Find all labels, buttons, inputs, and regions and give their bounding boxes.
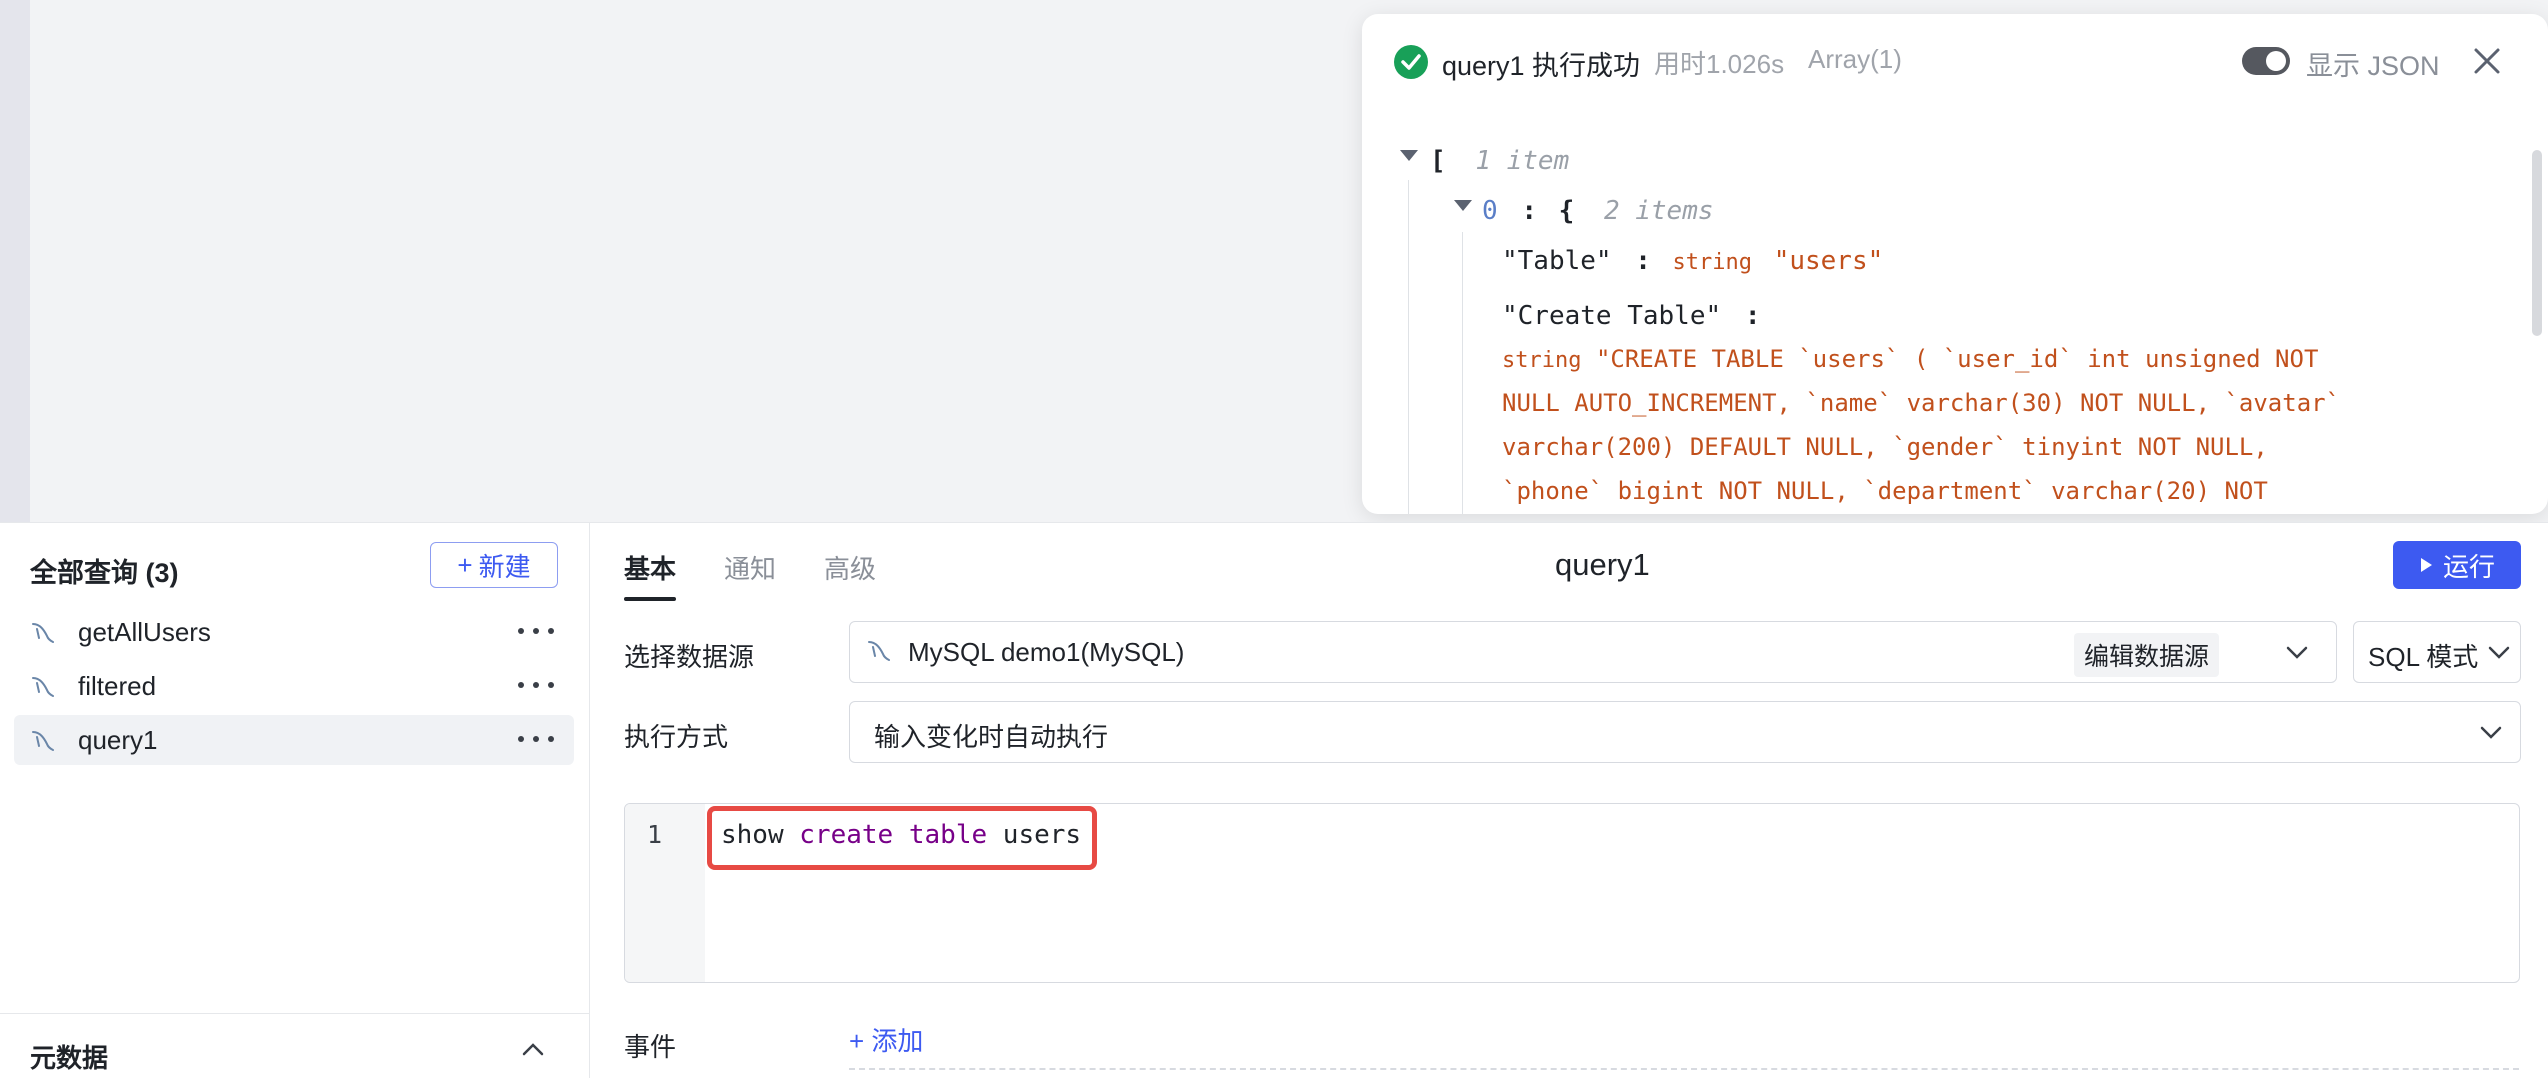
collapse-item-icon[interactable] (1454, 200, 1472, 211)
query-item-filtered[interactable]: filtered (14, 661, 574, 711)
sql-code-editor[interactable]: 1 show create table users (624, 803, 2520, 983)
add-event-link[interactable]: + 添加 (849, 1021, 923, 1058)
json-root-meta: 1 item (1475, 146, 1570, 176)
json-value: "users" (1773, 246, 1884, 276)
run-label: 运行 (2442, 551, 2495, 582)
events-dropzone (849, 1068, 2519, 1070)
edit-datasource-button[interactable]: 编辑数据源 (2074, 633, 2220, 677)
show-json-toggle[interactable] (2242, 47, 2290, 75)
query-item-getallusers[interactable]: getAllUsers (14, 607, 574, 657)
metadata-title: 元数据 (30, 1043, 109, 1073)
more-icon[interactable] (518, 619, 554, 643)
all-queries-title: 全部查询 (3) (30, 558, 179, 588)
json-item-brace: { (1558, 196, 1575, 226)
toggle-knob (2266, 51, 2286, 71)
datasource-value: MySQL demo1(MySQL) (908, 637, 1185, 667)
collapse-root-icon[interactable] (1400, 150, 1418, 161)
exec-mode-select[interactable]: 输入变化时自动执行 (849, 701, 2521, 763)
exec-mode-value: 输入变化时自动执行 (874, 722, 1109, 752)
chevron-down-icon (2488, 646, 2510, 659)
query-result-panel: query1 执行成功 用时1.026s Array(1) 显示 JSON [ … (1362, 14, 2548, 514)
exec-mode-label: 执行方式 (624, 722, 729, 752)
line-number: 1 (647, 820, 663, 849)
json-value-line: `phone` bigint NOT NULL, `department` va… (1502, 477, 2268, 505)
mysql-icon (32, 731, 54, 751)
json-type: string (1502, 348, 1582, 373)
json-value-line: varchar(200) DEFAULT NULL, `gender` tiny… (1502, 433, 2268, 461)
json-colon: : (1635, 246, 1651, 276)
query-label: query1 (78, 725, 158, 755)
json-colon: : (1744, 301, 1761, 331)
show-json-label: 显示 JSON (2306, 51, 2440, 81)
json-key: "Table" (1502, 246, 1612, 276)
chevron-down-icon (2286, 646, 2308, 659)
json-value-line: NULL AUTO_INCREMENT, `name` varchar(30) … (1502, 389, 2341, 417)
more-icon[interactable] (518, 673, 554, 697)
result-time: 用时1.026s (1654, 49, 1785, 79)
mysql-icon (32, 623, 54, 643)
json-field-create-table: "Create Table" : (1502, 301, 1760, 331)
run-button[interactable]: 运行 (2393, 541, 2521, 589)
query-item-query1[interactable]: query1 (14, 715, 574, 765)
mode-value: SQL 模式 (2368, 642, 2479, 672)
query-config-panel: 基本 通知 高级 query1 运行 选择数据源 MySQL demo1(MyS… (591, 523, 2548, 1078)
json-type: string (1672, 250, 1753, 275)
chevron-up-icon[interactable] (522, 1042, 544, 1056)
json-value-line: string "CREATE TABLE `users` ( `user_id`… (1502, 345, 2318, 373)
new-query-button[interactable]: + 新建 (430, 542, 558, 588)
play-icon (2420, 558, 2432, 572)
chevron-down-icon (2480, 726, 2502, 739)
result-header: query1 执行成功 用时1.026s Array(1) 显示 JSON (1362, 14, 2548, 110)
query-label: filtered (78, 671, 157, 701)
tab-basic[interactable]: 基本 (624, 549, 676, 586)
json-field-table: "Table" : string "users" (1502, 246, 1883, 276)
highlight-annotation-box (707, 806, 1097, 870)
success-check-icon (1394, 45, 1428, 79)
json-key: "Create Table" (1502, 301, 1722, 331)
metadata-section[interactable]: 元数据 (0, 1013, 590, 1078)
plus-icon: + (457, 549, 473, 580)
result-title: query1 执行成功 (1442, 51, 1641, 81)
json-root-bracket: [ (1430, 146, 1446, 176)
query-name-title[interactable]: query1 (1555, 547, 1650, 583)
mysql-icon (868, 641, 890, 661)
close-icon[interactable] (2470, 44, 2504, 78)
events-label: 事件 (624, 1032, 677, 1062)
json-value: "CREATE TABLE `users` ( `user_id` int un… (1595, 345, 2319, 373)
json-viewer: [ 1 item 0 : { 2 items "Table" : string … (1362, 110, 2548, 514)
json-guide-inner (1462, 232, 1463, 514)
query-editor-area: 全部查询 (3) + 新建 getAllUsers filtered query… (0, 522, 2548, 1078)
json-item-colon: : (1521, 196, 1537, 226)
datasource-label: 选择数据源 (624, 642, 755, 672)
more-icon[interactable] (518, 727, 554, 751)
tab-advanced[interactable]: 高级 (824, 549, 876, 586)
json-guide (1408, 180, 1409, 514)
result-type: Array(1) (1808, 44, 1902, 74)
editor-gutter: 1 (625, 804, 705, 982)
new-query-label: 新建 (478, 551, 531, 582)
query-sidebar: 全部查询 (3) + 新建 getAllUsers filtered query… (0, 523, 590, 1078)
mode-select[interactable]: SQL 模式 (2353, 621, 2521, 683)
tab-notify[interactable]: 通知 (724, 549, 776, 586)
json-item-index: 0 (1482, 196, 1498, 226)
query-label: getAllUsers (78, 617, 211, 647)
json-scrollbar[interactable] (2532, 150, 2542, 336)
mysql-icon (32, 677, 54, 697)
left-edge-strip (0, 0, 30, 522)
active-tab-indicator (624, 597, 676, 601)
datasource-select[interactable]: MySQL demo1(MySQL) 编辑数据源 (849, 621, 2337, 683)
json-item-meta: 2 items (1603, 196, 1714, 226)
